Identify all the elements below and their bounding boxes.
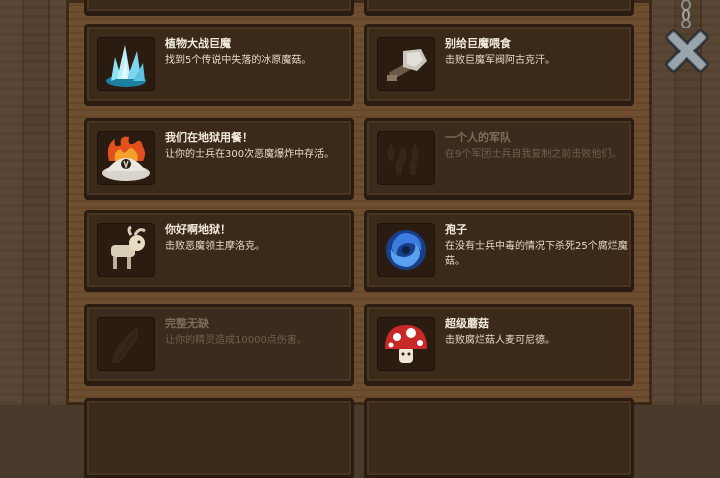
achievement-description: 让你的士兵在300次恶魔爆炸中存活。 <box>165 149 335 160</box>
fire-dish-icon <box>97 131 155 185</box>
skull-beast-icon <box>97 223 155 277</box>
achievement-description: 让你的精灵造成10000点伤害。 <box>165 335 307 346</box>
achievement-title: 植物大战巨魔 <box>165 37 231 50</box>
achievement-title: 一个人的军队 <box>445 131 511 144</box>
achievement-card-partial <box>84 398 354 478</box>
achievements-board: 植物大战巨魔 找到5个传说中失落的冰原魔菇。 别给巨魔喂食 击败巨魔军阀阿古克汗… <box>66 0 652 478</box>
red-mushroom-icon <box>377 317 435 371</box>
achievement-description: 击败恶魔领主摩洛克。 <box>165 241 265 252</box>
achievement-card[interactable]: 别给巨魔喂食 击败巨魔军阀阿古克汗。 <box>364 24 634 104</box>
achievement-title: 别给巨魔喂食 <box>445 37 511 50</box>
achievement-title: 孢子 <box>445 223 467 236</box>
achievement-description: 击败巨魔军阀阿古克汗。 <box>445 55 555 66</box>
achievement-card[interactable]: 我们在地狱用餐！ 让你的士兵在300次恶魔爆炸中存活。 <box>84 118 354 198</box>
stone-hammer-icon <box>377 37 435 91</box>
achievement-card[interactable]: 你好啊地狱！ 击败恶魔领主摩洛克。 <box>84 210 354 290</box>
ice-crystal-icon <box>97 37 155 91</box>
achievement-title: 完整无缺 <box>165 317 209 330</box>
left-wood-wall <box>0 0 66 405</box>
achievement-description: 击败腐烂菇人麦可尼德。 <box>445 335 555 346</box>
achievement-description: 在9个军团士兵自我复制之前击败他们。 <box>445 149 622 160</box>
achievement-card-locked[interactable]: 完整无缺 让你的精灵造成10000点伤害。 <box>84 304 354 384</box>
army-icon <box>377 131 435 185</box>
achievement-card[interactable]: 超级蘑菇 击败腐烂菇人麦可尼德。 <box>364 304 634 384</box>
close-x-icon <box>665 29 709 73</box>
achievement-card[interactable]: 孢子 在没有士兵中毒的情况下杀死25个腐烂魔菇。 <box>364 210 634 290</box>
achievement-description: 在没有士兵中毒的情况下杀死25个腐烂魔菇。 <box>445 241 628 267</box>
close-button[interactable] <box>662 24 712 78</box>
elf-icon <box>97 317 155 371</box>
spore-vortex-icon <box>377 223 435 277</box>
achievement-description: 找到5个传说中失落的冰原魔菇。 <box>165 55 312 66</box>
achievement-card-partial <box>84 0 354 14</box>
achievement-title: 我们在地狱用餐！ <box>165 131 253 144</box>
achievement-title: 超级蘑菇 <box>445 317 489 330</box>
achievement-card-locked[interactable]: 一个人的军队 在9个军团士兵自我复制之前击败他们。 <box>364 118 634 198</box>
achievement-title: 你好啊地狱！ <box>165 223 231 236</box>
achievement-card-partial <box>364 0 634 14</box>
achievement-card-partial <box>364 398 634 478</box>
achievement-card[interactable]: 植物大战巨魔 找到5个传说中失落的冰原魔菇。 <box>84 24 354 104</box>
